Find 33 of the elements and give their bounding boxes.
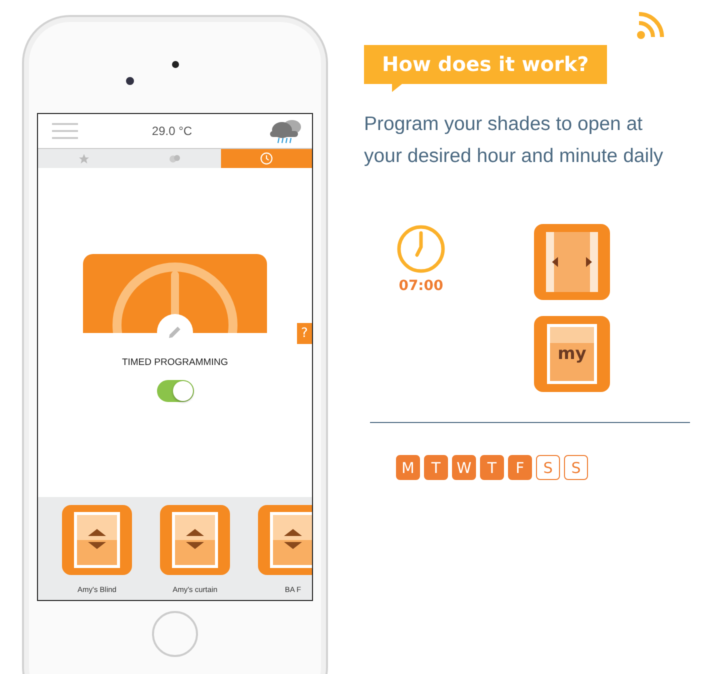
curtain-tile-icon bbox=[534, 224, 610, 300]
menu-icon[interactable] bbox=[52, 123, 78, 139]
day-chip: W bbox=[452, 455, 476, 480]
clock-icon bbox=[260, 152, 273, 165]
blind-icon bbox=[74, 512, 120, 568]
heading-banner: How does it work? bbox=[364, 45, 607, 84]
star-icon bbox=[78, 152, 90, 164]
blind-tile[interactable] bbox=[160, 505, 230, 575]
home-button[interactable] bbox=[152, 611, 198, 657]
help-button[interactable]: ? bbox=[297, 323, 312, 344]
clock-tab[interactable] bbox=[220, 149, 312, 168]
day-chip: S bbox=[564, 455, 588, 480]
day-chip: T bbox=[480, 455, 504, 480]
wifi-icon bbox=[636, 10, 666, 40]
blind-icon bbox=[172, 512, 218, 568]
day-chip: M bbox=[396, 455, 420, 480]
pencil-icon bbox=[167, 324, 183, 340]
temperature: 29.0 °C bbox=[152, 124, 192, 138]
toggle-switch[interactable] bbox=[156, 380, 194, 402]
speaker-grille bbox=[172, 61, 179, 68]
description: Program your shades to open at your desired hour and minute daily bbox=[364, 112, 664, 169]
day-chip: F bbox=[508, 455, 532, 480]
camera-icon bbox=[126, 77, 134, 85]
day-chip: S bbox=[536, 455, 560, 480]
my-label: my bbox=[558, 344, 586, 364]
clock-icon bbox=[396, 224, 446, 274]
day-chip: T bbox=[424, 455, 448, 480]
circles-icon bbox=[168, 152, 182, 164]
bubble-tail bbox=[392, 84, 402, 92]
blind-tile[interactable] bbox=[62, 505, 132, 575]
time-label: 07:00 bbox=[398, 278, 444, 294]
feature-label: TIMED PROGRAMMING bbox=[122, 357, 228, 368]
blind-tile[interactable] bbox=[258, 505, 312, 575]
